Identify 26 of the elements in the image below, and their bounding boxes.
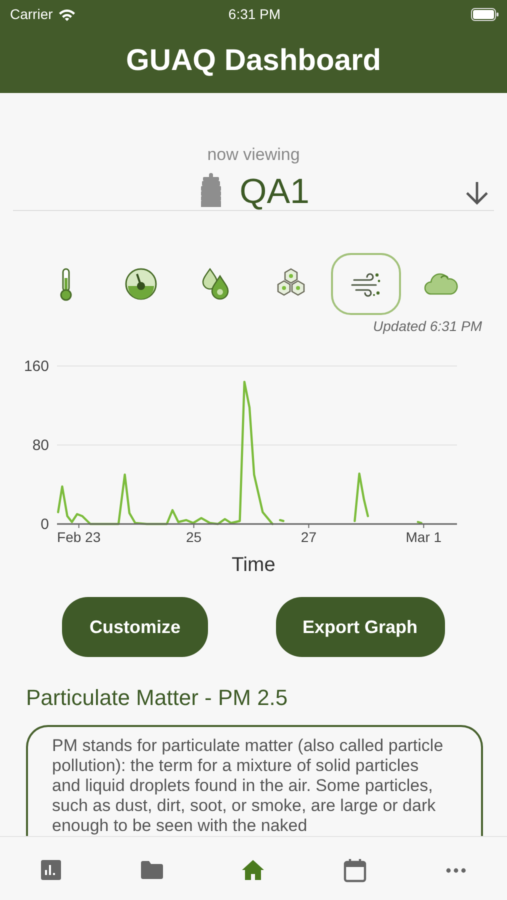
home-icon bbox=[240, 857, 266, 883]
battery-icon bbox=[470, 8, 499, 20]
calendar-icon bbox=[342, 857, 368, 883]
status-time: 6:31 PM bbox=[228, 6, 281, 22]
y-tick-label: 80 bbox=[32, 437, 49, 454]
updated-time: Updated 6:31 PM bbox=[373, 318, 482, 334]
x-tick-label: 25 bbox=[186, 529, 202, 545]
y-tick-label: 0 bbox=[40, 516, 49, 533]
wifi-icon bbox=[58, 8, 76, 20]
carrier-label: Carrier bbox=[10, 6, 53, 22]
info-text: PM stands for particulate matter (also called particle pollution): the term for a mixture of solid particles and liquid droplets found in the air. Some particles, such as dust, dirt, soot, or smoke, are large or dark enough to be seen with the naked bbox=[52, 736, 444, 836]
metric-tab[interactable] bbox=[331, 253, 401, 315]
action-button[interactable]: Customize bbox=[62, 597, 208, 657]
app-title: GUAQ Dashboard bbox=[126, 44, 382, 78]
action-button[interactable]: Export Graph bbox=[276, 597, 445, 657]
now-viewing-label: now viewing bbox=[207, 145, 300, 165]
x-tick-label: Feb 23 bbox=[57, 529, 101, 545]
sensor-name[interactable]: QA1 bbox=[239, 174, 310, 210]
x-tick-label: Mar 1 bbox=[406, 529, 442, 545]
section-title: Particulate Matter - PM 2.5 bbox=[26, 685, 289, 711]
x-tick-label: 27 bbox=[300, 529, 317, 545]
down-arrow-icon[interactable] bbox=[464, 180, 490, 206]
y-tick-label: 160 bbox=[24, 358, 49, 375]
axis-title: Time bbox=[232, 554, 276, 577]
gauge-icon bbox=[123, 266, 159, 302]
more-icon bbox=[446, 868, 466, 872]
